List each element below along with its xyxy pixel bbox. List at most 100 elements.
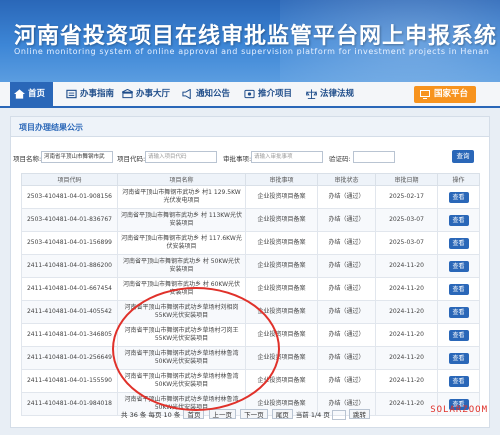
header-item: 审批事项 [245,173,318,186]
nav-item-guide[interactable]: 办事指南 [62,82,114,106]
cell-status: 办结（通过） [317,300,376,324]
header-code: 项目代码 [21,173,118,186]
table-row: 2503-410481-04-01-836767 河南省平顶山市舞钢市武功乡 村… [21,208,480,232]
platform-icon [419,90,430,99]
nav-item-promote[interactable]: 推介项目 [240,82,292,106]
cell-op: 查看 [437,254,480,278]
nav-label: 办事指南 [80,89,115,99]
table-header-row: 项目代码 项目名称 审批事项 审批状态 审批日期 操作 [21,173,480,186]
main-nav: 首页 办事指南 办事大厅 通知公告 推介项目 法律法规 国家平台 [0,82,500,108]
cell-date: 2024-11-20 [375,369,438,393]
project-name-label: 项目名称: [13,155,42,163]
cell-op: 查看 [437,277,480,301]
cell-code: 2411-410481-04-01-886200 [21,254,118,278]
view-button[interactable]: 查看 [448,191,469,203]
pager-next-button[interactable]: 下一页 [240,409,268,419]
cell-status: 办结（通过） [317,323,376,347]
guide-icon [66,89,77,99]
cell-code: 2411-410481-04-01-256649 [21,346,118,370]
nav-item-home[interactable]: 首页 [10,82,54,106]
cell-item: 企业投资项目备案 [245,185,318,209]
nav-item-hall[interactable]: 办事大厅 [118,82,170,106]
view-button[interactable]: 查看 [448,329,469,341]
cell-status: 办结（通过） [317,346,376,370]
cell-code: 2503-410481-04-01-908156 [21,185,118,209]
cell-item: 企业投资项目备案 [245,208,318,232]
header-banner: 河南省投资项目在线审批监管平台网上申报系统 Online monitoring … [0,0,500,82]
cell-code: 2411-410481-04-01-984018 [21,392,118,416]
site-subtitle: Online monitoring system of online appro… [14,47,490,56]
pager-goto-button[interactable]: 跳转 [349,409,371,419]
cell-code: 2411-410481-04-01-405542 [21,300,118,324]
table-row: 2411-410481-04-01-667454 河南省平顶山市舞钢市武功乡 村… [21,277,480,301]
cell-op: 查看 [437,369,480,393]
project-code-input[interactable]: 请输入项目代码 [145,151,217,163]
cell-status: 办结（通过） [317,185,376,209]
law-icon [306,89,317,99]
cell-date: 2024-11-20 [375,300,438,324]
cell-date: 2024-11-20 [375,346,438,370]
cell-date: 2025-03-07 [375,231,438,255]
panel-header: 项目办理结果公示 [11,117,489,137]
cell-date: 2024-11-20 [375,323,438,347]
cell-date: 2025-03-07 [375,208,438,232]
header-op: 操作 [437,173,480,186]
cell-op: 查看 [437,208,480,232]
cell-name: 河南省平顶山市舞钢市武功乡 村 117.6KW光伏安装项目 [117,231,246,255]
cell-status: 办结（通过） [317,231,376,255]
nav-label: 办事大厅 [136,89,171,99]
cell-date: 2024-11-20 [375,254,438,278]
nav-item-law[interactable]: 法律法规 [302,82,354,106]
cell-item: 企业投资项目备案 [245,231,318,255]
cell-name: 河南省平顶山市舞钢市武功乡 村 50KW光伏安装项目 [117,254,246,278]
cell-status: 办结（通过） [317,208,376,232]
search-form: 项目名称: 河南省平顶山市舞钢市武 项目代码: 请输入项目代码 审批事项: 请输… [11,150,489,165]
view-button[interactable]: 查看 [448,375,469,387]
watermark: SOLARZOOM [430,405,488,415]
view-button[interactable]: 查看 [448,260,469,272]
cell-status: 办结（通过） [317,254,376,278]
cell-code: 2411-410481-04-01-155590 [21,369,118,393]
view-button[interactable]: 查看 [448,306,469,318]
pager-prev-button[interactable]: 上一页 [208,409,237,419]
view-button[interactable]: 查看 [448,283,469,295]
approval-item-input[interactable]: 请输入审批事项 [251,151,323,163]
header-date: 审批日期 [375,173,438,186]
pager-per-page: 每页 10 条 [148,411,181,419]
hall-icon [122,89,133,99]
search-button[interactable]: 查询 [452,150,474,163]
captcha-label: 验证码: [329,155,351,163]
pager-goto-input[interactable] [331,410,346,420]
pager-current: 当前 1/4 页 [295,411,330,419]
cell-name: 河南省平顶山市舞钢市武功乡 村 113KW光伏安装项目 [117,208,246,232]
panel-title: 项目办理结果公示 [19,123,83,132]
project-name-input[interactable]: 河南省平顶山市舞钢市武 [41,151,113,163]
view-button[interactable]: 查看 [448,352,469,364]
nav-label: 首页 [28,89,46,99]
cell-item: 企业投资项目备案 [245,277,318,301]
cell-item: 企业投资项目备案 [245,254,318,278]
cell-code: 2503-410481-04-01-836767 [21,208,118,232]
cell-code: 2411-410481-04-01-346805 [21,323,118,347]
nav-label: 法律法规 [320,89,355,99]
cell-date: 2024-11-20 [375,277,438,301]
cell-op: 查看 [437,231,480,255]
approval-item-label: 审批事项: [223,155,252,163]
cell-code: 2503-410481-04-01-156899 [21,231,118,255]
nav-item-notice[interactable]: 通知公告 [178,82,230,106]
cell-status: 办结（通过） [317,369,376,393]
view-button[interactable]: 查看 [448,237,469,249]
nav-label: 推介项目 [258,89,293,99]
view-button[interactable]: 查看 [448,214,469,226]
table-row: 2503-410481-04-01-908156 河南省平顶山市舞钢市武功乡 村… [21,185,480,209]
table-row: 2503-410481-04-01-156899 河南省平顶山市舞钢市武功乡 村… [21,231,480,255]
cell-op: 查看 [437,185,480,209]
pager-last-button[interactable]: 尾页 [271,409,293,419]
nav-label: 通知公告 [196,89,231,99]
table-row: 2411-410481-04-01-886200 河南省平顶山市舞钢市武功乡 村… [21,254,480,278]
cell-name: 河南省平顶山市舞钢市武功乡 村1 129.5KW光伏发电项目 [117,185,246,209]
national-platform-button[interactable]: 国家平台 [413,86,476,103]
notice-icon [182,89,191,99]
captcha-input[interactable] [353,151,395,163]
cell-op: 查看 [437,346,480,370]
